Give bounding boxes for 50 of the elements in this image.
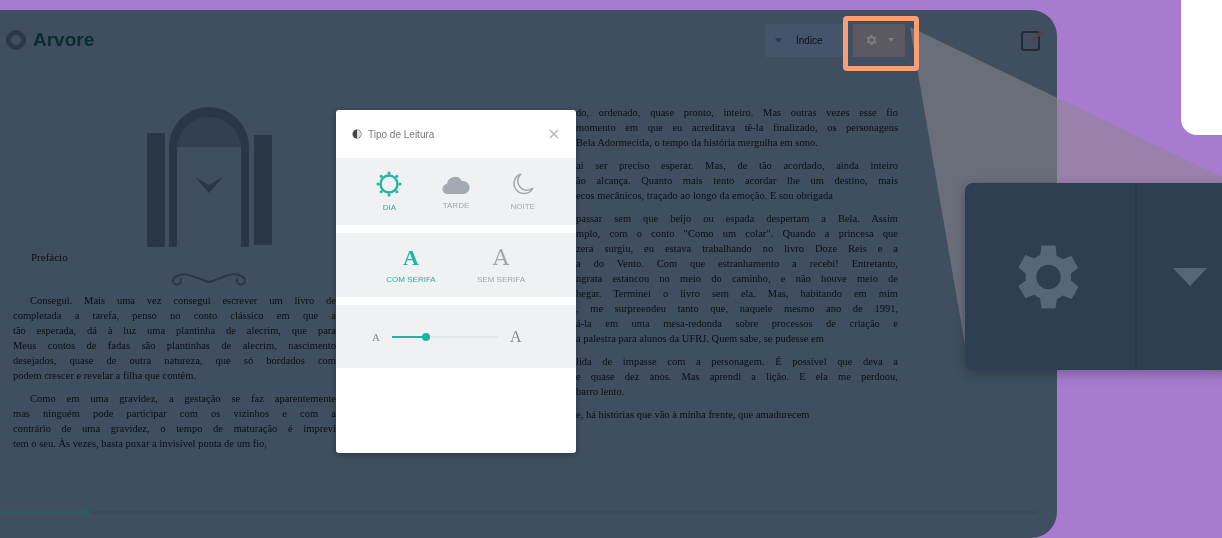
text-line: do, ordenado, quase pronto, inteiro. Mas outras vezes esse fio xyxy=(576,106,898,120)
font-size-slider[interactable] xyxy=(391,335,498,338)
settings-button[interactable] xyxy=(853,23,905,57)
text-line: desejados, quase de outra natureza, que só bordados com xyxy=(13,354,336,368)
caret-icon xyxy=(775,37,782,43)
text-line: hegar. Terminei o livro sem ela. Mas, habitando em mim xyxy=(576,287,898,301)
theme-option[interactable]: NOITE xyxy=(489,172,556,211)
text-line: lida de impasse com a personagem. É possível que deva a xyxy=(576,355,898,369)
font-option[interactable]: A SEM SERIFA xyxy=(456,246,546,284)
text-line: Consegui. Mais uma vez consegui escrever um livro de xyxy=(29,294,336,308)
text-line: Como em uma gravidez, a gestação se faz aparentemente xyxy=(29,392,336,406)
text-line: mplo, com o conto "Como um colar". Quando a princesa que xyxy=(576,227,898,241)
text-line: contrário de uma gravidez, o tempo de maturação é imprevi xyxy=(13,422,336,436)
text-line: ngrata estancou no meio do caminho, e não houve meio de xyxy=(576,272,898,286)
sun-icon xyxy=(376,171,403,197)
settings-icon xyxy=(864,33,878,47)
text-line: á-la em uma mesa-redonda sobre processos de criação e xyxy=(576,317,898,331)
text-line: tão esperada, dá à luz uma plantinha de alecrim, que para xyxy=(13,324,336,338)
text-line: , me surpreendeu tanto que, naquele mesmo ano de 1991, xyxy=(576,302,898,316)
text-line: a palestra para alunos da UFRJ. Quem sabe, se pudesse em xyxy=(576,332,825,346)
text-line: barro lento. xyxy=(576,385,626,399)
edit-note-icon[interactable] xyxy=(1021,29,1045,51)
dialog-title: Tipo de Leitura xyxy=(368,128,435,140)
logo-icon xyxy=(5,29,27,51)
text-line: Meus contos de fadas são plantinhas de alecrim, nascimento xyxy=(13,339,336,353)
text-line: completada a tarefa, penso no conto clássico em que a xyxy=(13,309,336,323)
font-option[interactable]: A COM SERIFA xyxy=(366,246,456,284)
text-line: mas ninguém pode participar com os vizinhos e com a xyxy=(13,407,336,421)
slider-thumb[interactable] xyxy=(421,332,430,341)
chapter-heading: Prefácio xyxy=(31,251,68,263)
large-font-label: A xyxy=(509,327,522,346)
text-line: podem crescer e revelar a filha que contêm. xyxy=(13,369,198,383)
moon-icon xyxy=(511,172,534,196)
text-line: ão alcança. Quanto mais tento acordar lhe um destino, mais xyxy=(576,174,898,188)
text-line: a do Vento. Com que estranhamento a recebi! Entretanto, xyxy=(576,257,898,271)
text-line: momento em que eu acreditava tê-la finalizado, os personagens xyxy=(576,121,898,135)
text-line: zera surgiu, eu estava trabalhando no livro Doze Reis e a xyxy=(576,242,898,256)
caret-icon xyxy=(1173,267,1207,286)
text-line: Bela Adormecida, o tempo da história mergulha em sono. xyxy=(576,136,819,150)
text-line: passar sem que beijo ou espada despertam a Bela. Assim xyxy=(576,212,898,226)
small-font-label: A xyxy=(372,330,380,343)
text-line: ecos mecânicos, traçado ao longo da emoção. E sou obrigada xyxy=(576,189,834,203)
theme-option[interactable]: DIA xyxy=(356,171,423,212)
close-icon[interactable] xyxy=(549,129,559,139)
theme-option[interactable]: TARDE xyxy=(422,173,490,210)
contrast-icon xyxy=(352,129,362,139)
chapter-select[interactable]: Índice xyxy=(765,23,843,57)
text-line: tem o seu. Às vezes, basta puxar a invisível ponta de um fio, xyxy=(13,437,268,451)
caret-icon xyxy=(888,38,894,42)
text-line: ai ser preciso esperar. Mas, de tão acordado, ainda inteiro xyxy=(576,159,898,173)
